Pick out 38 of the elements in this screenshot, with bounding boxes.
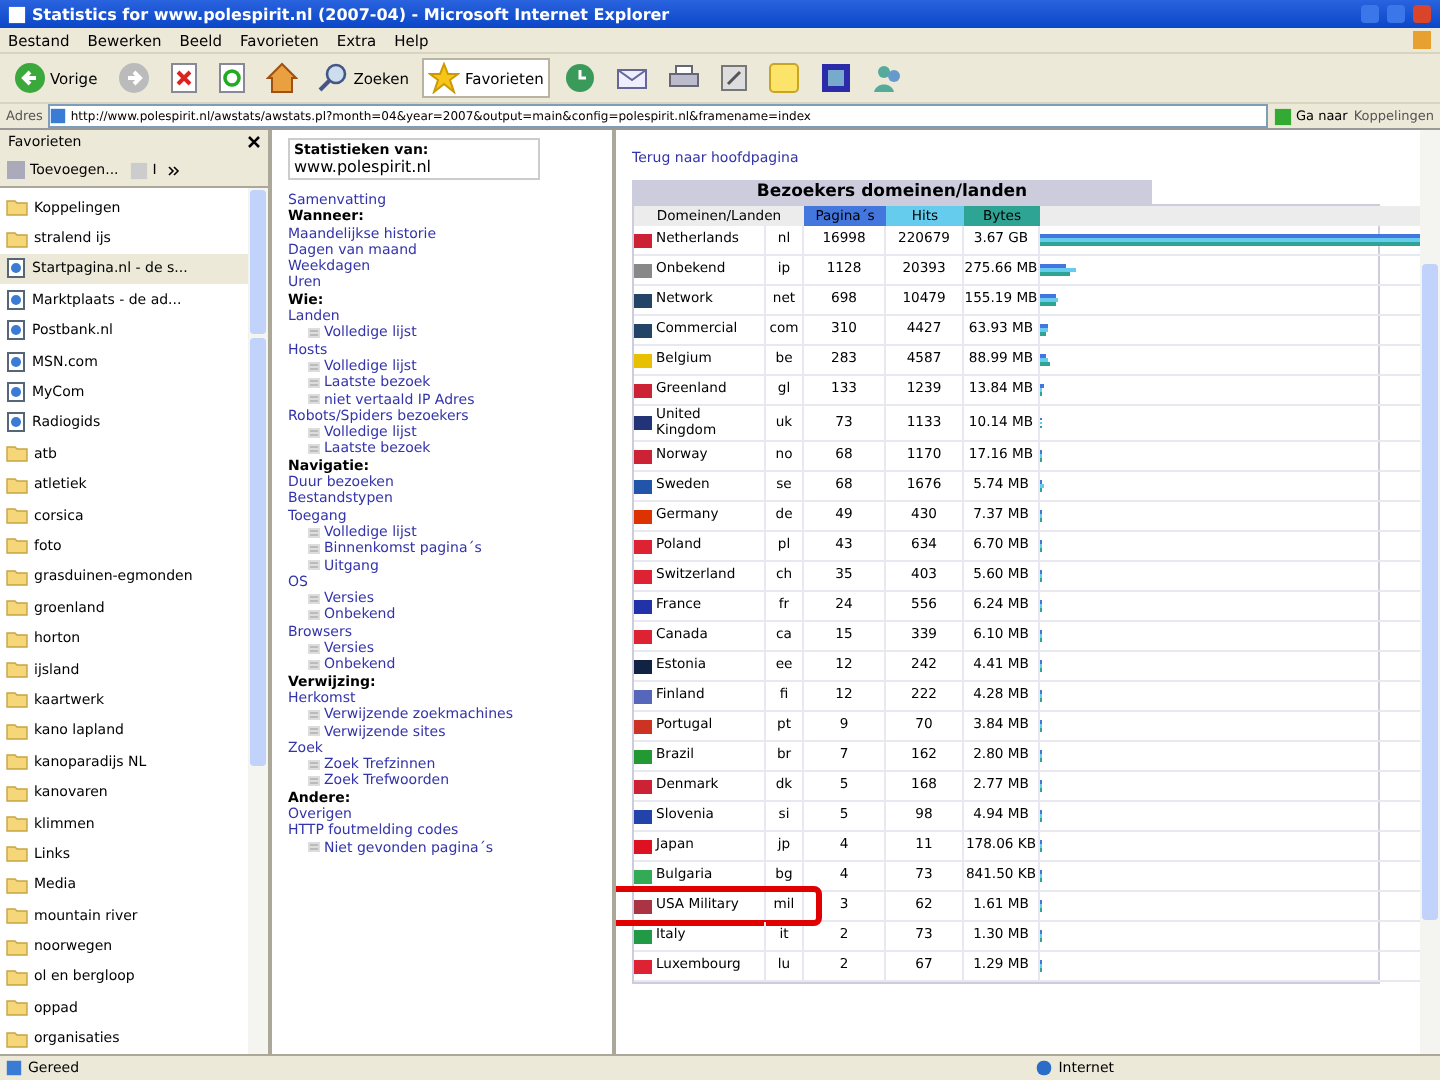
list-icon bbox=[308, 842, 320, 853]
list-icon bbox=[308, 776, 320, 787]
search-icon bbox=[317, 62, 350, 94]
list-icon bbox=[308, 361, 320, 372]
list-icon bbox=[308, 643, 320, 654]
home-icon bbox=[265, 62, 298, 94]
close-icon bbox=[1412, 4, 1432, 24]
list-icon bbox=[308, 444, 320, 455]
list-icon bbox=[308, 593, 320, 604]
clock-icon bbox=[563, 62, 596, 94]
list-icon bbox=[308, 427, 320, 438]
scrollbar[interactable] bbox=[1420, 130, 1440, 1054]
list-icon bbox=[308, 726, 320, 737]
list-icon bbox=[308, 560, 320, 571]
edit-icon bbox=[719, 64, 748, 92]
site-name: www.polespirit.nl bbox=[294, 158, 434, 176]
list-icon bbox=[308, 543, 320, 554]
star-icon bbox=[428, 62, 461, 94]
list-icon bbox=[308, 527, 320, 538]
scrollbar[interactable] bbox=[248, 188, 268, 1054]
close-icon[interactable] bbox=[248, 136, 260, 148]
list-icon bbox=[308, 328, 320, 339]
table-title: Bezoekers domeinen/landen bbox=[632, 180, 1152, 204]
list-icon bbox=[308, 610, 320, 621]
window-title: Statistics for www.polespirit.nl (2007-04) - Microsoft Internet Explorer bbox=[32, 5, 672, 23]
refresh-icon bbox=[217, 62, 246, 94]
list-icon bbox=[308, 709, 320, 720]
chevron-icon[interactable] bbox=[168, 165, 181, 175]
maximize-icon bbox=[1386, 4, 1406, 24]
app-icon bbox=[819, 62, 852, 94]
list-icon bbox=[308, 759, 320, 770]
list-icon bbox=[308, 659, 320, 670]
note-icon bbox=[767, 62, 800, 94]
people-icon bbox=[871, 62, 904, 94]
minimize-icon bbox=[1360, 4, 1380, 24]
stop-icon bbox=[169, 62, 198, 94]
list-icon bbox=[308, 394, 320, 405]
list-icon bbox=[308, 377, 320, 388]
